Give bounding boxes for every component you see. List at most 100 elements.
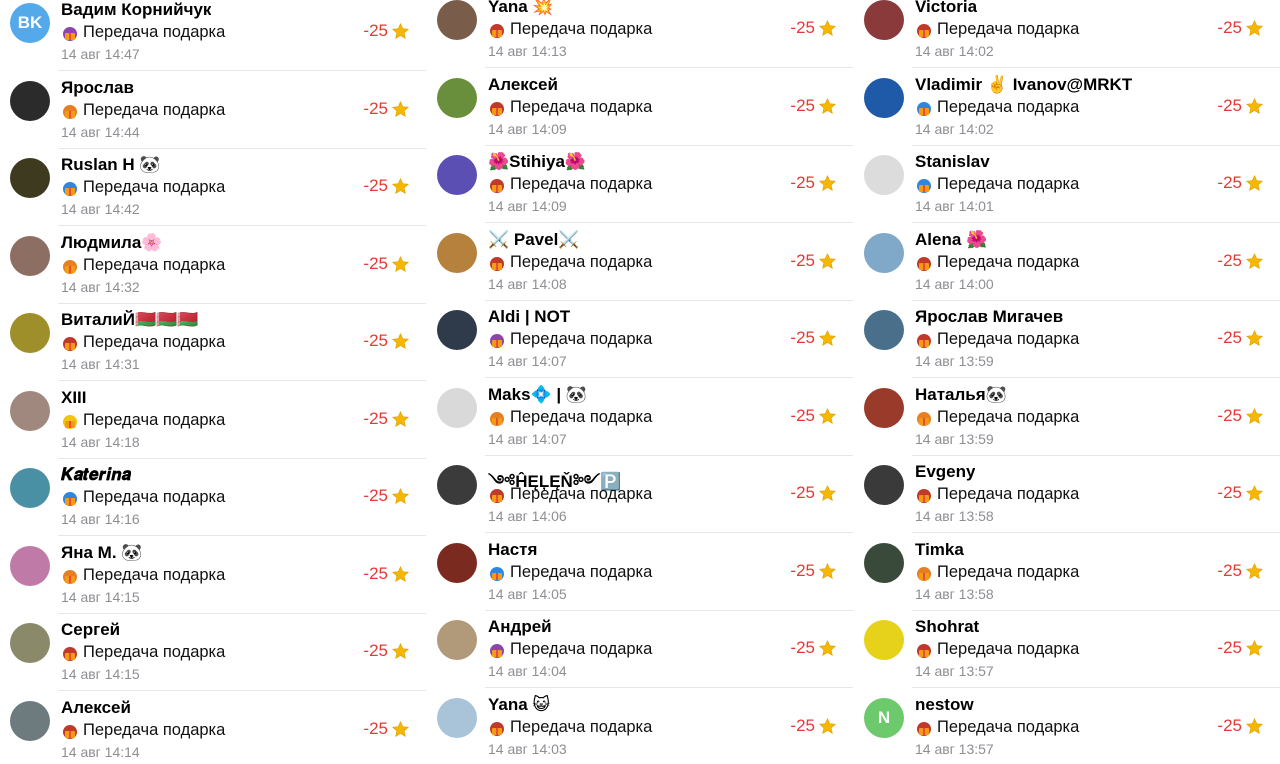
- transaction-time: 14 авг 14:04: [488, 663, 567, 679]
- transaction-amount: -25: [790, 560, 815, 580]
- gift-sticker-icon: [490, 24, 504, 38]
- gift-sticker-icon: [917, 644, 931, 658]
- transaction-row[interactable]: XIII Передача подарка 14 авг 14:18 -25: [0, 387, 426, 469]
- gift-sticker-icon: [63, 259, 77, 274]
- transaction-row[interactable]: ⚔️ Pavel⚔️ Передача подарка 14 авг 14:08…: [427, 230, 853, 311]
- transaction-amount: -25: [790, 18, 815, 37]
- gift-sticker-icon: [490, 411, 504, 426]
- telegram-star-icon: [818, 717, 837, 734]
- transaction-row[interactable]: Maks💠 | 🐼 Передача подарка 14 авг 14:07 …: [427, 385, 853, 466]
- transaction-row[interactable]: Yana 💥 Передача подарка 14 авг 14:13 -25: [427, 0, 853, 78]
- transactions-column-2: Yana 💥 Передача подарка 14 авг 14:13 -25…: [427, 0, 853, 764]
- transaction-amount: -25: [363, 486, 388, 505]
- transaction-time: 14 авг 14:06: [488, 508, 567, 524]
- transaction-row[interactable]: Ярослав Мигачев Передача подарка 14 авг …: [854, 307, 1280, 388]
- gift-sticker-icon: [490, 566, 504, 581]
- transaction-row[interactable]: Yana 😺 Передача подарка 14 авг 14:03 -25: [427, 695, 853, 764]
- gift-sticker-icon: [63, 182, 77, 196]
- transaction-time: 14 авг 13:59: [915, 430, 994, 447]
- telegram-star-icon: [818, 252, 837, 269]
- transaction-amount: -25: [363, 253, 388, 273]
- avatar: [10, 313, 50, 353]
- transaction-row[interactable]: Алексей Передача подарка 14 авг 14:09 -2…: [427, 74, 853, 156]
- avatar: BK: [10, 3, 50, 43]
- row-divider: [58, 535, 426, 536]
- transaction-row[interactable]: ВиталиЙ🇧🇾🇧🇾🇧🇾 Передача подарка 14 авг 14…: [0, 310, 426, 391]
- transaction-row[interactable]: 🌺Stihiya🌺 Передача подарка 14 авг 14:09 …: [427, 152, 853, 233]
- avatar: [437, 620, 477, 660]
- transaction-description: Передача подарка: [83, 488, 226, 506]
- transaction-row[interactable]: Aldi | NOT Передача подарка 14 авг 14:07…: [427, 307, 853, 388]
- sender-name: Vladimir ✌️ Ivanov@MRKT: [915, 74, 1133, 94]
- transaction-time: 14 авг 14:14: [61, 743, 140, 760]
- transaction-time: 14 авг 13:57: [915, 663, 994, 679]
- transaction-description: Передача подарка: [83, 410, 226, 429]
- transaction-description: Передача подарка: [510, 20, 653, 38]
- transaction-description: Передача подарка: [510, 97, 653, 116]
- transaction-description: Передача подарка: [83, 565, 226, 584]
- transaction-description: Передача подарка: [937, 485, 1080, 503]
- transaction-row[interactable]: N nestow Передача подарка 14 авг 13:57 -…: [854, 695, 1280, 764]
- row-divider: [912, 377, 1280, 378]
- telegram-star-icon: [391, 177, 410, 194]
- transaction-description: Передача подарка: [510, 562, 653, 581]
- gift-sticker-icon: [917, 101, 931, 116]
- telegram-star-icon: [1245, 484, 1264, 501]
- transaction-time: 14 авг 14:09: [488, 120, 567, 137]
- transaction-row[interactable]: Shohrat Передача подарка 14 авг 13:57 -2…: [854, 617, 1280, 698]
- transaction-row[interactable]: BK Вадим Корнийчук Передача подарка 14 а…: [0, 0, 426, 81]
- sender-name: Алексей: [488, 74, 558, 94]
- transaction-amount: -25: [1217, 483, 1242, 502]
- transaction-row[interactable]: Яна М. 🐼 Передача подарка 14 авг 14:15 -…: [0, 543, 426, 624]
- avatar-initials: BK: [17, 13, 43, 32]
- row-divider: [912, 67, 1280, 68]
- transaction-amount: -25: [790, 328, 815, 347]
- row-divider: [58, 380, 426, 381]
- avatar: [864, 232, 904, 273]
- transaction-time: 14 авг 13:59: [915, 353, 994, 369]
- transaction-description: Передача подарка: [937, 252, 1080, 271]
- telegram-star-icon: [391, 720, 410, 737]
- transaction-row[interactable]: Ruslan H 🐼 Передача подарка 14 авг 14:42…: [0, 155, 426, 236]
- gift-sticker-icon: [63, 414, 77, 429]
- row-divider: [58, 457, 426, 459]
- transaction-row[interactable]: Сергей Передача подарка 14 авг 14:15 -25: [0, 620, 426, 701]
- transaction-row[interactable]: Настя Передача подарка 14 авг 14:05 -25: [427, 540, 853, 621]
- transaction-row[interactable]: Vladimir ✌️ Ivanov@MRKT Передача подарка…: [854, 74, 1280, 156]
- transaction-row[interactable]: Timka Передача подарка 14 авг 13:58 -25: [854, 540, 1280, 621]
- avatar: [864, 77, 904, 118]
- transaction-amount: -25: [790, 483, 815, 502]
- row-divider: [485, 299, 853, 301]
- gift-sticker-icon: [490, 179, 504, 193]
- transaction-time: 14 авг 13:58: [915, 508, 994, 524]
- transaction-row[interactable]: ༺ĤĘĻĘŇ༻🅿️ Передача подарка 14 авг 14:06 …: [427, 465, 853, 543]
- sender-name: Yana 💥: [488, 0, 554, 16]
- row-divider: [485, 687, 853, 688]
- gift-sticker-icon: [63, 647, 77, 661]
- transaction-amount: -25: [363, 21, 388, 40]
- telegram-star-icon: [391, 410, 410, 427]
- telegram-star-icon: [818, 407, 837, 424]
- transaction-row[interactable]: Алексей Передача подарка 14 авг 14:14 -2…: [0, 698, 426, 764]
- transaction-row[interactable]: Stanislav Передача подарка 14 авг 14:01 …: [854, 152, 1280, 233]
- transaction-row[interactable]: Наталья🐼 Передача подарка 14 авг 13:59 -…: [854, 385, 1280, 466]
- transaction-row[interactable]: Victoria Передача подарка 14 авг 14:02 -…: [854, 0, 1280, 78]
- gift-sticker-icon: [917, 179, 931, 193]
- transaction-row[interactable]: Андрей Передача подарка 14 авг 14:04 -25: [427, 617, 853, 698]
- row-divider: [485, 377, 853, 378]
- transaction-description: Передача подарка: [510, 485, 653, 503]
- transaction-row[interactable]: Alena 🌺 Передача подарка 14 авг 14:00 -2…: [854, 229, 1280, 311]
- telegram-star-icon: [1245, 19, 1264, 36]
- transaction-time: 14 авг 14:44: [61, 123, 140, 140]
- transaction-description: Передача подарка: [83, 100, 226, 119]
- transaction-row[interactable]: Ярослав Передача подарка 14 авг 14:44 -2…: [0, 78, 426, 159]
- avatar: [864, 0, 904, 40]
- transaction-row[interactable]: 𝑲𝒂𝒕𝒆𝒓𝒊𝒏𝒂 Передача подарка 14 авг 14:16 -…: [0, 465, 426, 546]
- transaction-row[interactable]: Людмила🌸 Передача подарка 14 авг 14:32 -…: [0, 233, 426, 314]
- gift-sticker-icon: [490, 101, 504, 116]
- sender-name: Alena 🌺: [915, 229, 988, 249]
- avatar: [10, 390, 50, 431]
- transaction-row[interactable]: Evgeny Передача подарка 14 авг 13:58 -25: [854, 462, 1280, 543]
- sender-name: XIII: [61, 387, 87, 407]
- row-divider: [485, 67, 853, 68]
